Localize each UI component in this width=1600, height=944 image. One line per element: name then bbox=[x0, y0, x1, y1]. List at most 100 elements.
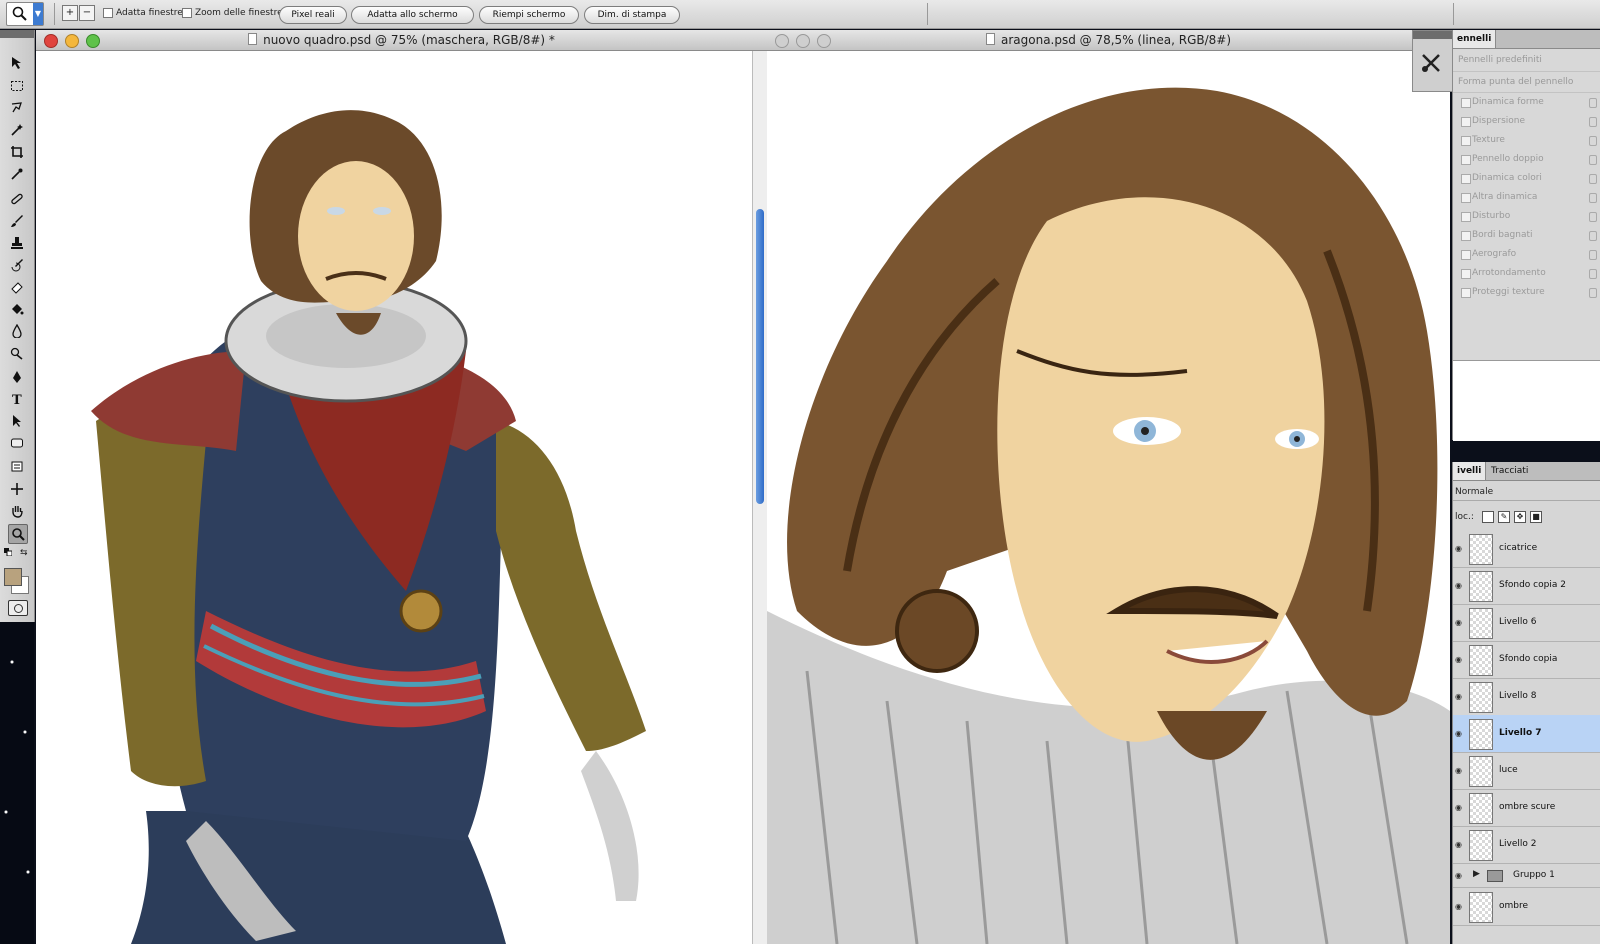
brush-option[interactable]: Arrotondamento bbox=[1453, 264, 1600, 283]
checkbox-box[interactable] bbox=[1461, 250, 1471, 260]
layer-row[interactable]: ◉ ombre scure bbox=[1453, 789, 1600, 827]
brush-tip-shape-link[interactable]: Forma punta del pennello bbox=[1453, 72, 1600, 93]
tools-panel-header[interactable] bbox=[0, 30, 34, 38]
vertical-scrollbar[interactable] bbox=[752, 51, 767, 944]
tab-paths[interactable]: Tracciati bbox=[1487, 462, 1532, 480]
shape-tool-icon[interactable] bbox=[8, 434, 26, 452]
zoom-out-icon[interactable]: − bbox=[79, 5, 95, 21]
brush-option[interactable]: Pennello doppio bbox=[1453, 150, 1600, 169]
zoom-window-icon[interactable] bbox=[86, 34, 100, 48]
tab-layers[interactable]: ivelli bbox=[1453, 462, 1487, 480]
brush-option[interactable]: Bordi bagnati bbox=[1453, 226, 1600, 245]
marquee-tool-icon[interactable] bbox=[8, 77, 26, 95]
brush-option[interactable]: Dinamica forme bbox=[1453, 93, 1600, 112]
brush-tool-icon[interactable] bbox=[8, 212, 26, 230]
layer-row-selected[interactable]: ◉ Livello 7 bbox=[1453, 715, 1600, 753]
eye-icon[interactable]: ◉ bbox=[1455, 544, 1463, 553]
brush-option[interactable]: Proteggi texture bbox=[1453, 283, 1600, 302]
default-colors-icon[interactable] bbox=[4, 548, 13, 557]
layer-group-row[interactable]: ◉ ▶ Gruppo 1 bbox=[1453, 863, 1600, 888]
layer-row[interactable]: ◉ cicatrice bbox=[1453, 530, 1600, 568]
fit-windows-checkbox[interactable]: Adatta finestre bbox=[103, 8, 183, 18]
layer-row[interactable]: ◉ ombre bbox=[1453, 888, 1600, 926]
zoom-tool-icon[interactable] bbox=[8, 524, 28, 544]
disclosure-triangle-icon[interactable]: ▶ bbox=[1473, 869, 1480, 879]
eye-icon[interactable]: ◉ bbox=[1455, 840, 1463, 849]
window-titlebar[interactable]: nuovo quadro.psd @ 75% (maschera, RGB/8#… bbox=[36, 30, 767, 51]
layer-row[interactable]: ◉ Livello 6 bbox=[1453, 604, 1600, 642]
notes-tool-icon[interactable] bbox=[8, 458, 26, 476]
hand-tool-icon[interactable] bbox=[8, 502, 26, 520]
minimize-icon[interactable] bbox=[65, 34, 79, 48]
brush-option[interactable]: Dispersione bbox=[1453, 112, 1600, 131]
eye-icon[interactable]: ◉ bbox=[1455, 871, 1463, 880]
pen-tool-icon[interactable] bbox=[8, 368, 26, 386]
checkbox-box[interactable] bbox=[1461, 136, 1471, 146]
paint-bucket-tool-icon[interactable] bbox=[8, 300, 26, 318]
history-brush-tool-icon[interactable] bbox=[8, 256, 26, 274]
healing-brush-tool-icon[interactable] bbox=[8, 190, 26, 208]
checkbox-box[interactable] bbox=[1461, 98, 1471, 108]
lasso-tool-icon[interactable] bbox=[8, 99, 26, 117]
dodge-tool-icon[interactable] bbox=[8, 344, 26, 362]
eye-icon[interactable]: ◉ bbox=[1455, 902, 1463, 911]
chevron-down-icon[interactable]: ▼ bbox=[33, 3, 43, 25]
eye-icon[interactable]: ◉ bbox=[1455, 766, 1463, 775]
tab-brushes[interactable]: ennelli bbox=[1453, 30, 1497, 48]
canvas-area[interactable] bbox=[36, 51, 753, 944]
path-selection-tool-icon[interactable] bbox=[8, 412, 26, 430]
canvas-area[interactable] bbox=[767, 51, 1450, 944]
blur-tool-icon[interactable] bbox=[8, 322, 26, 340]
checkbox-box[interactable] bbox=[182, 8, 192, 18]
actual-pixels-button[interactable]: Pixel reali bbox=[279, 6, 347, 24]
checkbox-box[interactable] bbox=[1461, 174, 1471, 184]
fill-screen-button[interactable]: Riempi schermo bbox=[479, 6, 579, 24]
checkbox-box[interactable] bbox=[1461, 288, 1471, 298]
quick-mask-icon[interactable] bbox=[8, 600, 28, 616]
tool-preset-picker[interactable]: ▼ bbox=[6, 2, 44, 26]
zoom-window-icon[interactable] bbox=[817, 34, 831, 48]
eye-icon[interactable]: ◉ bbox=[1455, 803, 1463, 812]
fit-screen-button[interactable]: Adatta allo schermo bbox=[351, 6, 474, 24]
checkbox-box[interactable] bbox=[1461, 231, 1471, 241]
eye-icon[interactable]: ◉ bbox=[1455, 581, 1463, 590]
close-icon[interactable] bbox=[44, 34, 58, 48]
checkbox-box[interactable] bbox=[1461, 193, 1471, 203]
brush-option[interactable]: Dinamica colori bbox=[1453, 169, 1600, 188]
eraser-tool-icon[interactable] bbox=[8, 278, 26, 296]
brush-option[interactable]: Texture bbox=[1453, 131, 1600, 150]
zoom-all-windows-checkbox[interactable]: Zoom delle finestre bbox=[182, 8, 283, 18]
3d-rotate-tool-icon[interactable] bbox=[8, 480, 26, 498]
brush-option[interactable]: Aerografo bbox=[1453, 245, 1600, 264]
close-icon[interactable] bbox=[775, 34, 789, 48]
layer-row[interactable]: ◉ Sfondo copia 2 bbox=[1453, 567, 1600, 605]
brush-presets-link[interactable]: Pennelli predefiniti bbox=[1453, 49, 1600, 72]
eye-icon[interactable]: ◉ bbox=[1455, 729, 1463, 738]
layer-row[interactable]: ◉ Livello 8 bbox=[1453, 678, 1600, 716]
crop-tool-icon[interactable] bbox=[8, 143, 26, 161]
type-tool-icon[interactable]: T bbox=[8, 390, 26, 408]
brush-tools-icon[interactable] bbox=[1419, 51, 1443, 78]
dock-header[interactable] bbox=[1413, 31, 1453, 39]
checkbox-box[interactable] bbox=[1461, 269, 1471, 279]
lock-all-icon[interactable]: ■ bbox=[1530, 511, 1542, 523]
layer-row[interactable]: ◉ luce bbox=[1453, 752, 1600, 790]
brush-option[interactable]: Disturbo bbox=[1453, 207, 1600, 226]
eye-icon[interactable]: ◉ bbox=[1455, 655, 1463, 664]
move-tool-icon[interactable] bbox=[8, 54, 26, 72]
layer-row[interactable]: ◉ Sfondo copia bbox=[1453, 641, 1600, 679]
zoom-in-icon[interactable]: + bbox=[62, 5, 78, 21]
eye-icon[interactable]: ◉ bbox=[1455, 618, 1463, 627]
lock-pixels-icon[interactable]: ✎ bbox=[1498, 511, 1510, 523]
clone-stamp-tool-icon[interactable] bbox=[8, 234, 26, 252]
layer-row[interactable]: ◉ Livello 2 bbox=[1453, 826, 1600, 864]
swap-colors-icon[interactable]: ⇆ bbox=[20, 548, 29, 558]
checkbox-box[interactable] bbox=[1461, 155, 1471, 165]
lock-position-icon[interactable]: ✥ bbox=[1514, 511, 1526, 523]
checkbox-box[interactable] bbox=[1461, 117, 1471, 127]
blend-mode-select[interactable]: Normale bbox=[1453, 486, 1600, 501]
print-size-button[interactable]: Dim. di stampa bbox=[584, 6, 680, 24]
eyedropper-tool-icon[interactable] bbox=[8, 165, 26, 183]
brush-option[interactable]: Altra dinamica bbox=[1453, 188, 1600, 207]
eye-icon[interactable]: ◉ bbox=[1455, 692, 1463, 701]
